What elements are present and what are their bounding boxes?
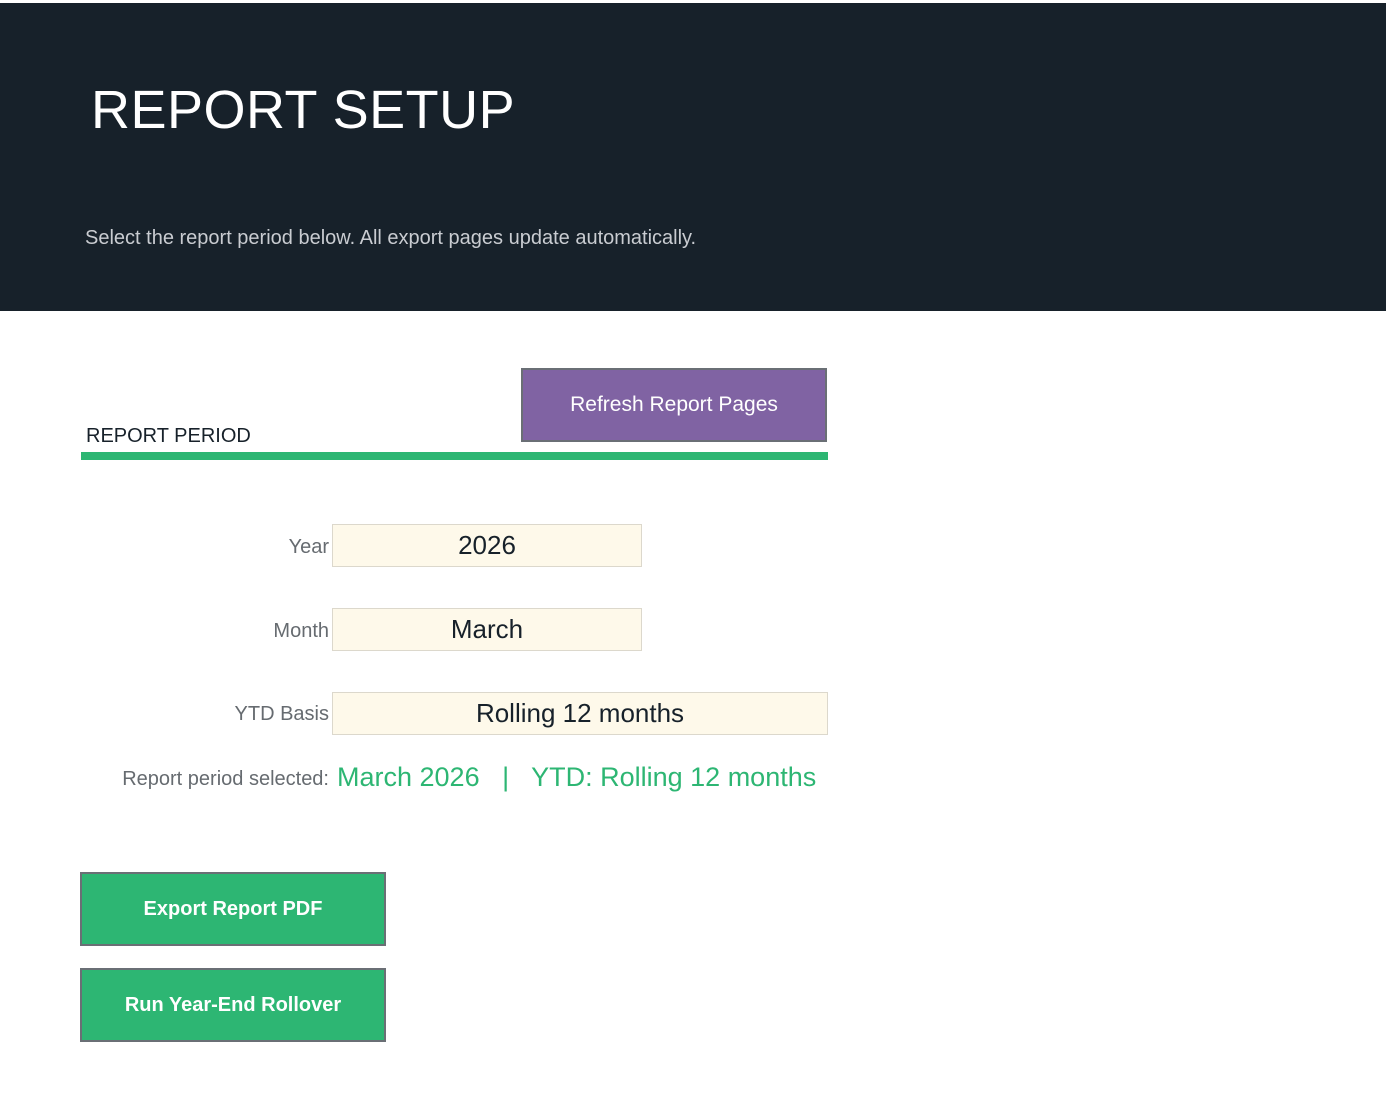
- report-period-selected-value: March 2026 | YTD: Rolling 12 months: [337, 762, 817, 792]
- section-heading-report-period: REPORT PERIOD: [86, 425, 251, 447]
- report-period-selected-label: Report period selected:: [122, 768, 329, 790]
- page-subtitle: Select the report period below. All expo…: [85, 227, 697, 249]
- year-label: Year: [288, 536, 329, 558]
- export-report-pdf-button[interactable]: Export Report PDF: [80, 872, 386, 946]
- ytd-basis-field[interactable]: Rolling 12 months: [332, 692, 828, 735]
- run-year-end-rollover-button[interactable]: Run Year-End Rollover: [80, 968, 386, 1042]
- month-field[interactable]: March: [332, 608, 642, 651]
- ytd-basis-label: YTD Basis: [234, 703, 329, 725]
- section-divider: [81, 452, 828, 460]
- page-header: REPORT SETUP Select the report period be…: [0, 3, 1386, 311]
- month-label: Month: [273, 620, 329, 642]
- refresh-report-pages-button[interactable]: Refresh Report Pages: [521, 368, 827, 442]
- report-setup-page: REPORT SETUP Select the report period be…: [0, 0, 1387, 1107]
- year-field[interactable]: 2026: [332, 524, 642, 567]
- page-title: REPORT SETUP: [91, 80, 516, 140]
